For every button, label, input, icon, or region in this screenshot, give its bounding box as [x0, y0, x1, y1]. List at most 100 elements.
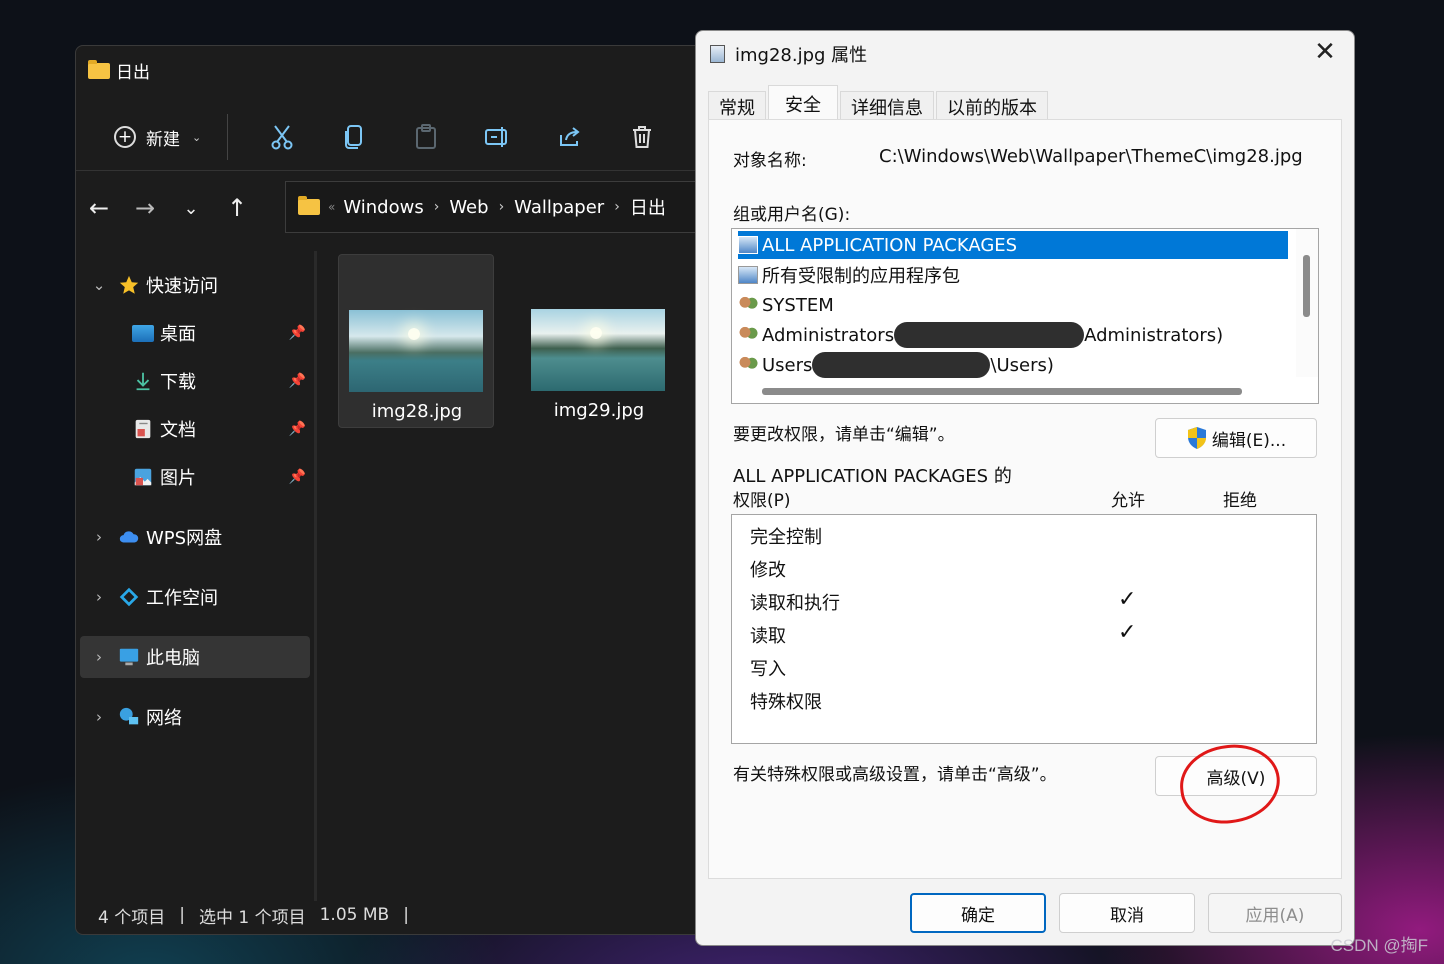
- chevron-right-icon: ›: [614, 199, 620, 215]
- scissors-icon: [271, 125, 293, 150]
- pin-icon[interactable]: 📌: [289, 373, 306, 389]
- address-bar[interactable]: « Windows › Web › Wallpaper › 日出: [285, 181, 734, 233]
- chevron-right-icon[interactable]: ›: [80, 528, 118, 546]
- recent-locations-button[interactable]: ⌄: [168, 198, 214, 219]
- permission-row: 读取: [750, 620, 786, 650]
- clipboard-icon: [416, 124, 437, 149]
- new-button-label: 新建: [146, 129, 180, 150]
- rename-icon: [485, 127, 508, 147]
- tab-general[interactable]: 常规: [708, 91, 766, 121]
- permission-label: 权限(P): [733, 491, 791, 511]
- sidebar-item-quick-access[interactable]: ⌄ 快速访问: [80, 264, 310, 306]
- pin-icon[interactable]: 📌: [289, 325, 306, 341]
- image-file-icon: [710, 45, 725, 63]
- user-row-users[interactable]: Users \Users): [738, 351, 1054, 379]
- rename-button[interactable]: [462, 125, 534, 149]
- file-item-img29[interactable]: img29.jpg: [521, 254, 677, 428]
- edit-button[interactable]: 编辑(E)...: [1155, 418, 1317, 458]
- file-item-img28[interactable]: img28.jpg: [338, 254, 494, 428]
- copy-icon: [345, 125, 363, 149]
- user-name: SYSTEM: [762, 294, 834, 316]
- sidebar-item-wps-cloud[interactable]: › WPS网盘: [80, 516, 310, 558]
- breadcrumb-current[interactable]: 日出: [630, 194, 666, 220]
- user-list-vertical-scrollbar[interactable]: [1296, 229, 1318, 377]
- sidebar-item-this-pc[interactable]: › 此电脑: [80, 636, 310, 678]
- back-button[interactable]: ←: [76, 194, 122, 222]
- close-button[interactable]: ✕: [1310, 37, 1340, 67]
- pane-divider[interactable]: [314, 251, 317, 901]
- apply-button[interactable]: 应用(A): [1208, 893, 1342, 933]
- forward-button[interactable]: →: [122, 194, 168, 222]
- permission-name: 读取和执行: [750, 593, 840, 614]
- user-row-system[interactable]: SYSTEM: [738, 291, 834, 319]
- sidebar-item-documents[interactable]: 文档 📌: [80, 408, 310, 450]
- plus-icon: +: [114, 126, 136, 148]
- breadcrumb-windows[interactable]: Windows: [343, 197, 423, 218]
- user-name-suffix: Administrators): [1084, 324, 1224, 346]
- share-button[interactable]: [534, 125, 606, 149]
- selection-size: 1.05 MB: [319, 905, 390, 925]
- pin-icon[interactable]: 📌: [289, 469, 306, 485]
- user-row-all-app-packages[interactable]: ALL APPLICATION PACKAGES: [738, 231, 1288, 259]
- pin-icon[interactable]: 📌: [289, 421, 306, 437]
- redaction-mark: [812, 352, 991, 378]
- sidebar-item-downloads[interactable]: 下载 📌: [80, 360, 310, 402]
- watermark: CSDN @掏F: [1330, 936, 1428, 955]
- status-bar: 4 个项目 | 选中 1 个项目 1.05 MB |: [98, 900, 409, 930]
- chevron-right-icon[interactable]: ›: [80, 588, 118, 606]
- up-button[interactable]: ↑: [214, 194, 260, 222]
- close-icon: ✕: [1314, 37, 1336, 67]
- star-icon: [119, 275, 139, 294]
- package-icon: [738, 266, 758, 284]
- tab-details[interactable]: 详细信息: [840, 91, 934, 121]
- user-list[interactable]: ALL APPLICATION PACKAGES 所有受限制的应用程序包 SYS…: [731, 228, 1319, 404]
- package-icon: [738, 236, 758, 254]
- cut-button[interactable]: [246, 124, 318, 150]
- permission-name: 修改: [750, 560, 786, 581]
- item-count: 4 个项目: [98, 907, 166, 928]
- tab-security[interactable]: 安全: [768, 85, 838, 121]
- paste-button[interactable]: [390, 124, 462, 150]
- explorer-toolbar: + 新建 ⌄: [76, 106, 734, 168]
- sidebar-item-desktop[interactable]: 桌面 📌: [80, 312, 310, 354]
- tab-previous-versions[interactable]: 以前的版本: [936, 91, 1048, 121]
- image-thumbnail: [531, 309, 665, 391]
- dialog-title-bar: img28.jpg 属性: [710, 41, 867, 67]
- sidebar-item-pictures[interactable]: 图片 📌: [80, 456, 310, 498]
- permission-name: 写入: [750, 659, 786, 680]
- copy-button[interactable]: [318, 124, 390, 150]
- sidebar-item-network[interactable]: › 网络: [80, 696, 310, 738]
- delete-button[interactable]: [606, 125, 678, 149]
- cancel-button[interactable]: 取消: [1059, 893, 1195, 933]
- sidebar-item-label: 桌面: [160, 324, 196, 345]
- navigation-buttons: ← → ⌄ ↑: [76, 178, 260, 238]
- file-name: img28.jpg: [371, 401, 463, 422]
- toolbar-divider: [227, 114, 229, 160]
- file-explorer-window: 日出 + 新建 ⌄ ← → ⌄ ↑ « Windows › Web › Wall…: [75, 45, 735, 935]
- arrow-left-icon: ←: [88, 194, 110, 222]
- chevron-right-icon[interactable]: ›: [80, 708, 118, 726]
- sidebar-item-label: 文档: [160, 420, 196, 441]
- permission-row: 写入: [750, 653, 786, 683]
- breadcrumb-wallpaper[interactable]: Wallpaper: [514, 197, 604, 218]
- arrow-right-icon: →: [134, 194, 156, 222]
- user-list-horizontal-scrollbar[interactable]: [762, 388, 1242, 395]
- document-icon: [135, 419, 151, 439]
- user-row-restricted-packages[interactable]: 所有受限制的应用程序包: [738, 261, 960, 289]
- scrollbar-thumb[interactable]: [1303, 255, 1310, 317]
- overflow-chevron-icon[interactable]: «: [328, 200, 335, 214]
- users-group-icon: [738, 296, 758, 314]
- new-button[interactable]: + 新建 ⌄: [106, 119, 209, 156]
- chevron-right-icon[interactable]: ›: [80, 648, 118, 666]
- ok-button[interactable]: 确定: [910, 893, 1046, 933]
- users-group-icon: [738, 356, 758, 374]
- breadcrumb-web[interactable]: Web: [449, 197, 488, 218]
- sidebar-item-workspace[interactable]: › 工作空间: [80, 576, 310, 618]
- permission-row: 特殊权限: [750, 686, 822, 716]
- cloud-icon: [119, 531, 139, 543]
- uac-shield-icon: [1187, 427, 1206, 449]
- arrow-up-icon: ↑: [226, 194, 248, 222]
- user-row-administrators[interactable]: Administrators Administrators): [738, 321, 1223, 349]
- chevron-down-icon[interactable]: ⌄: [80, 276, 118, 294]
- computer-icon: [119, 648, 139, 666]
